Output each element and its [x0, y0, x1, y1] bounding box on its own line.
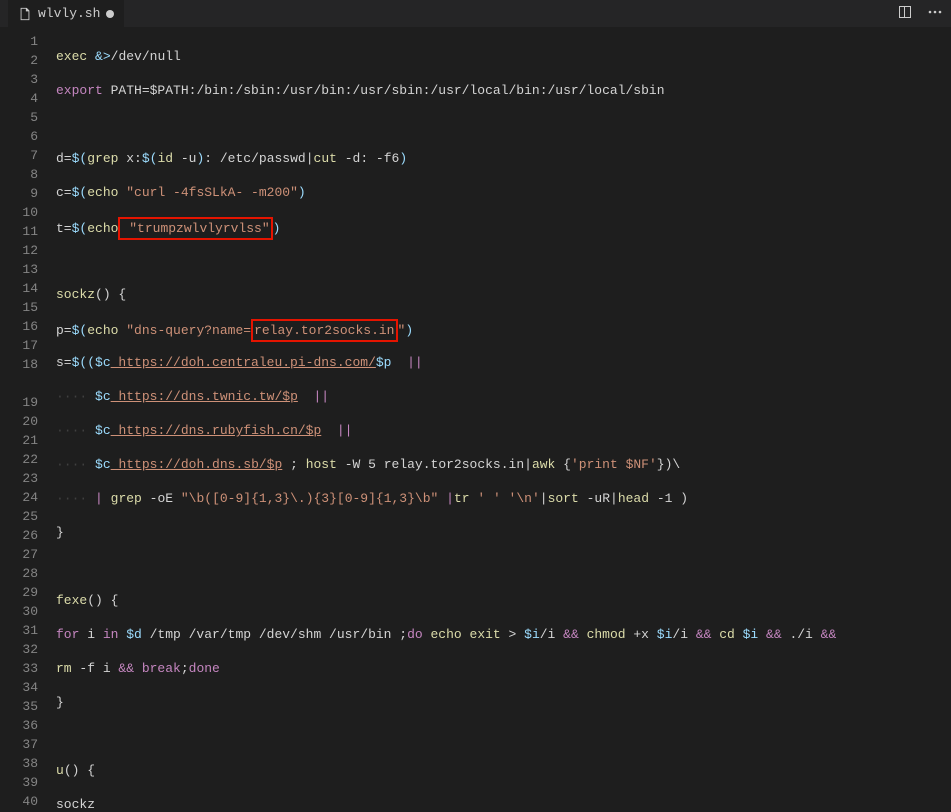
line-number: 12: [0, 241, 38, 260]
line-number: 28: [0, 564, 38, 583]
line-number: 7: [0, 146, 38, 165]
tab-filename: wlvly.sh: [38, 6, 100, 21]
line-number: 30: [0, 602, 38, 621]
line-number: 24: [0, 488, 38, 507]
file-tab[interactable]: wlvly.sh: [8, 0, 124, 28]
line-number: 16: [0, 317, 38, 336]
line-number: [0, 374, 38, 393]
file-icon: [18, 7, 32, 21]
line-number: 11: [0, 222, 38, 241]
line-number: 36: [0, 716, 38, 735]
titlebar: wlvly.sh: [0, 0, 951, 28]
line-number: 2: [0, 51, 38, 70]
line-number: 20: [0, 412, 38, 431]
line-number: 22: [0, 450, 38, 469]
line-number: 3: [0, 70, 38, 89]
line-number: 8: [0, 165, 38, 184]
line-number: 26: [0, 526, 38, 545]
line-number: 9: [0, 184, 38, 203]
line-number: 31: [0, 621, 38, 640]
line-number: 37: [0, 735, 38, 754]
line-number: 6: [0, 127, 38, 146]
unsaved-dot-icon: [106, 10, 114, 18]
line-number-gutter: 1 2 3 4 5 6 7 8 9 10 11 12 13 14 15 16 1…: [0, 28, 56, 812]
highlight-box: relay.tor2socks.in: [251, 319, 397, 342]
line-number: 10: [0, 203, 38, 222]
line-number: 29: [0, 583, 38, 602]
line-number: 38: [0, 754, 38, 773]
line-number: 33: [0, 659, 38, 678]
line-number: 1: [0, 32, 38, 51]
line-number: 13: [0, 260, 38, 279]
line-number: 4: [0, 89, 38, 108]
line-number: 19: [0, 393, 38, 412]
line-number: 34: [0, 678, 38, 697]
highlight-box: "trumpzwlvlyrvlss": [118, 217, 272, 240]
split-editor-icon[interactable]: [897, 4, 913, 24]
line-number: 14: [0, 279, 38, 298]
line-number: 32: [0, 640, 38, 659]
more-icon[interactable]: [927, 4, 943, 24]
line-number: 15: [0, 298, 38, 317]
line-number: 27: [0, 545, 38, 564]
editor[interactable]: 1 2 3 4 5 6 7 8 9 10 11 12 13 14 15 16 1…: [0, 28, 951, 812]
line-number: 17: [0, 336, 38, 355]
code-area[interactable]: exec &>/dev/null export PATH=$PATH:/bin:…: [56, 28, 951, 812]
line-number: 40: [0, 792, 38, 811]
line-number: 18: [0, 355, 38, 374]
titlebar-actions: [897, 4, 943, 24]
line-number: 21: [0, 431, 38, 450]
line-number: 5: [0, 108, 38, 127]
line-number: 25: [0, 507, 38, 526]
line-number: 35: [0, 697, 38, 716]
line-number: 23: [0, 469, 38, 488]
line-number: 39: [0, 773, 38, 792]
